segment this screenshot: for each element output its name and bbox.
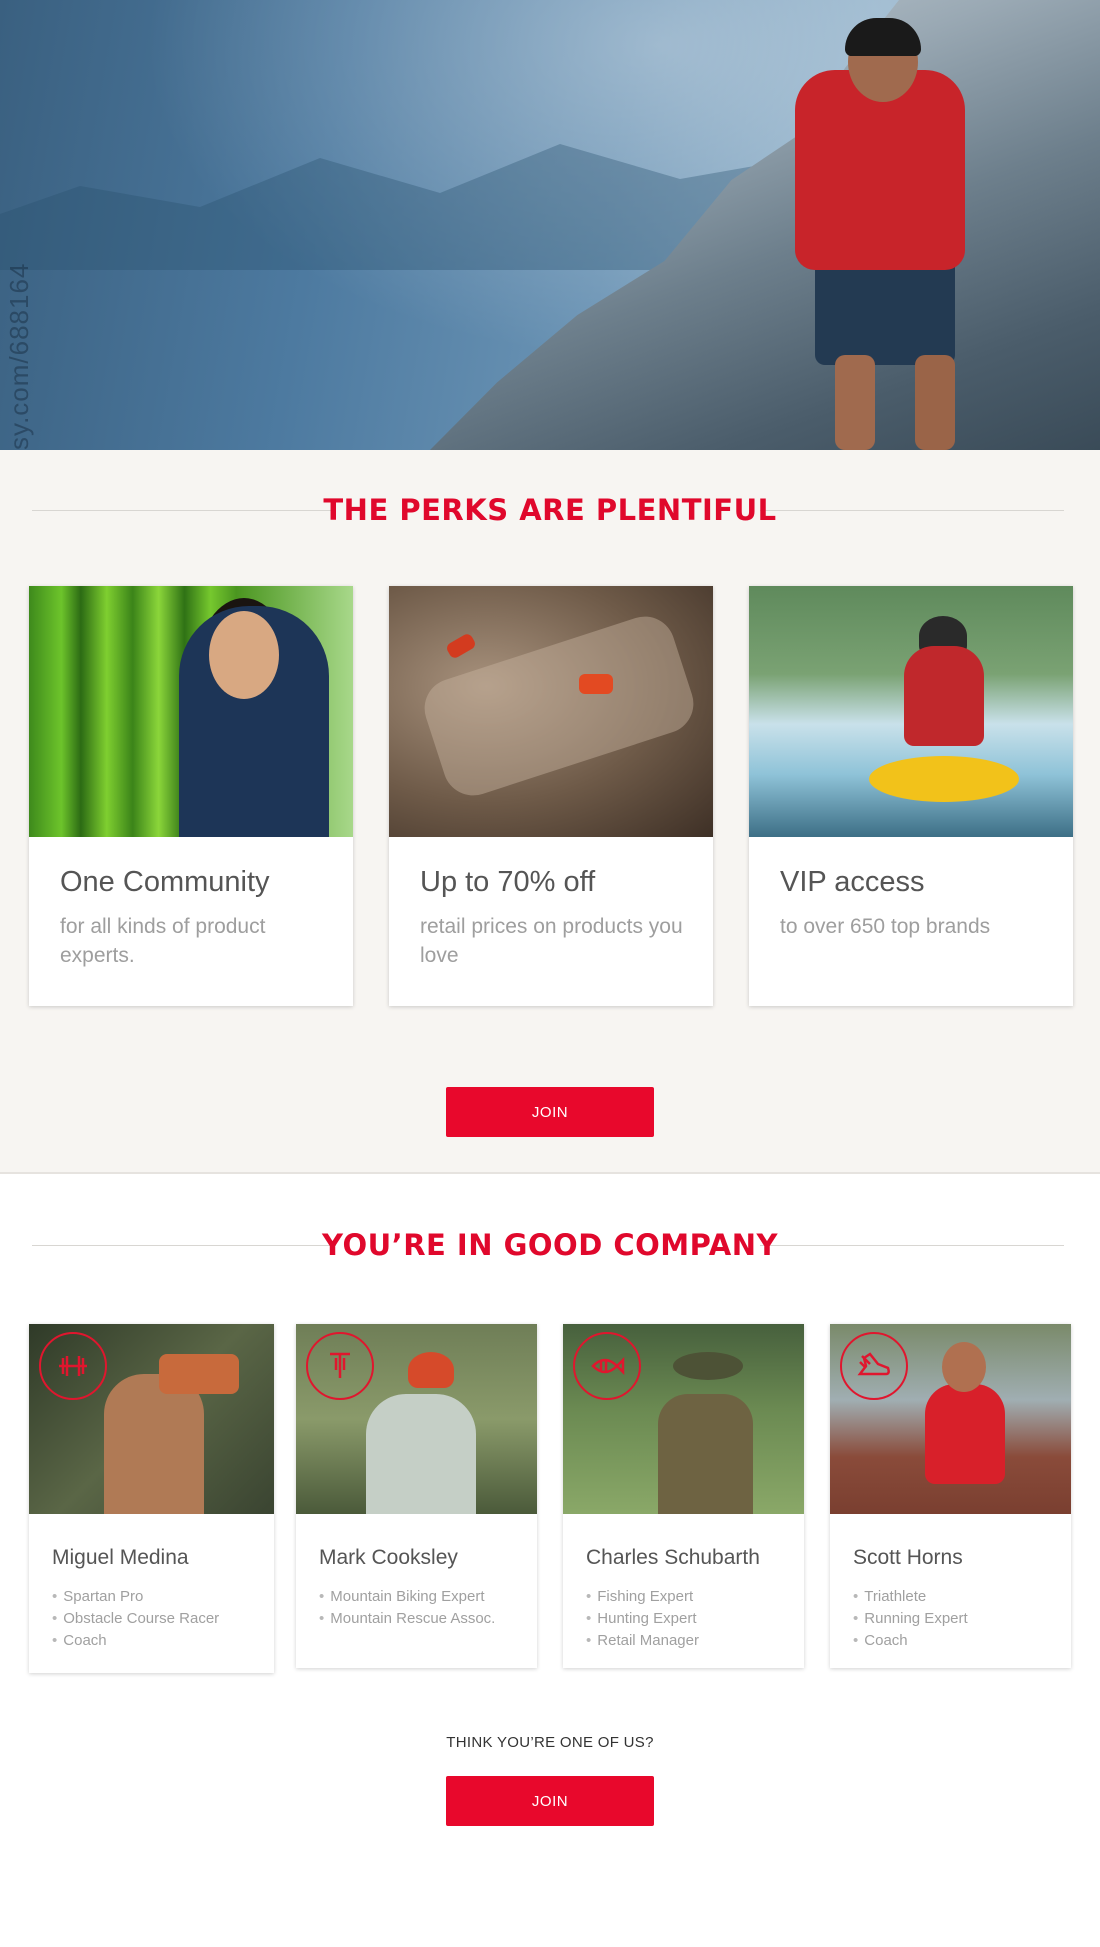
expert-roles: Triathlete Running Expert Coach bbox=[853, 1586, 968, 1652]
expert-role: Fishing Expert bbox=[586, 1586, 699, 1608]
expert-card-charles: Charles Schubarth Fishing Expert Hunting… bbox=[563, 1324, 804, 1668]
perks-heading-row: THE PERKS ARE PLENTIFUL bbox=[0, 490, 1100, 530]
expert-photo bbox=[296, 1324, 537, 1514]
company-heading-row: YOU’RE IN GOOD COMPANY bbox=[0, 1225, 1100, 1265]
perk-photo-community bbox=[29, 586, 353, 837]
perk-card-community: One Community for all kinds of product e… bbox=[29, 586, 353, 1006]
hero-watermark: sy.com/688164 bbox=[4, 262, 34, 450]
fish-icon bbox=[573, 1332, 641, 1400]
expert-role: Triathlete bbox=[853, 1586, 968, 1608]
expert-card-miguel: Miguel Medina Spartan Pro Obstacle Cours… bbox=[29, 1324, 274, 1673]
expert-role: Running Expert bbox=[853, 1608, 967, 1630]
perk-photo-discount bbox=[389, 586, 713, 837]
perk-title: Up to 70% off bbox=[420, 866, 596, 898]
expert-photo bbox=[830, 1324, 1071, 1514]
company-heading: YOU’RE IN GOOD COMPANY bbox=[322, 1228, 778, 1262]
expert-role: Coach bbox=[52, 1630, 219, 1652]
perk-title: VIP access bbox=[780, 866, 925, 898]
expert-card-scott: Scott Horns Triathlete Running Expert Co… bbox=[830, 1324, 1071, 1668]
expert-name: Mark Cooksley bbox=[319, 1546, 458, 1569]
perk-desc: for all kinds of product experts. bbox=[60, 915, 266, 967]
expert-roles: Mountain Biking Expert Mountain Rescue A… bbox=[319, 1586, 495, 1630]
expert-role: Mountain Rescue Assoc. bbox=[319, 1608, 495, 1630]
expert-roles: Spartan Pro Obstacle Course Racer Coach bbox=[52, 1586, 219, 1652]
expert-role: Hunting Expert bbox=[586, 1608, 699, 1630]
divider bbox=[32, 1245, 336, 1246]
perk-card-vip: VIP access to over 650 top brands bbox=[749, 586, 1073, 1006]
perk-title: One Community bbox=[60, 866, 270, 898]
expert-name: Charles Schubarth bbox=[586, 1546, 760, 1569]
expert-role: Obstacle Course Racer bbox=[52, 1608, 219, 1630]
join-button[interactable]: JOIN bbox=[446, 1776, 654, 1826]
expert-roles: Fishing Expert Hunting Expert Retail Man… bbox=[586, 1586, 699, 1652]
expert-role: Coach bbox=[853, 1630, 968, 1652]
expert-photo bbox=[29, 1324, 274, 1514]
join-button[interactable]: JOIN bbox=[446, 1087, 654, 1137]
perk-card-discount: Up to 70% off retail prices on products … bbox=[389, 586, 713, 1006]
perk-desc: retail prices on products you love bbox=[420, 915, 683, 967]
perks-heading: THE PERKS ARE PLENTIFUL bbox=[323, 493, 777, 527]
join-prompt: THINK YOU’RE ONE OF US? bbox=[446, 1734, 654, 1751]
bike-icon bbox=[306, 1332, 374, 1400]
divider bbox=[760, 510, 1064, 511]
expert-role: Spartan Pro bbox=[52, 1586, 219, 1608]
expert-photo bbox=[563, 1324, 804, 1514]
hero-banner: sy.com/688164 bbox=[0, 0, 1100, 450]
company-section: YOU’RE IN GOOD COMPANY Miguel Medina Spa… bbox=[0, 1174, 1100, 1947]
expert-name: Miguel Medina bbox=[52, 1546, 189, 1569]
expert-card-mark: Mark Cooksley Mountain Biking Expert Mou… bbox=[296, 1324, 537, 1668]
expert-role: Mountain Biking Expert bbox=[319, 1586, 495, 1608]
perks-section: THE PERKS ARE PLENTIFUL One Community fo… bbox=[0, 450, 1100, 1174]
dumbbell-icon bbox=[39, 1332, 107, 1400]
running-shoe-icon bbox=[840, 1332, 908, 1400]
perk-desc: to over 650 top brands bbox=[780, 915, 991, 938]
perk-photo-vip bbox=[749, 586, 1073, 837]
expert-name: Scott Horns bbox=[853, 1546, 963, 1569]
divider bbox=[32, 510, 336, 511]
divider bbox=[760, 1245, 1064, 1246]
expert-role: Retail Manager bbox=[586, 1630, 699, 1652]
